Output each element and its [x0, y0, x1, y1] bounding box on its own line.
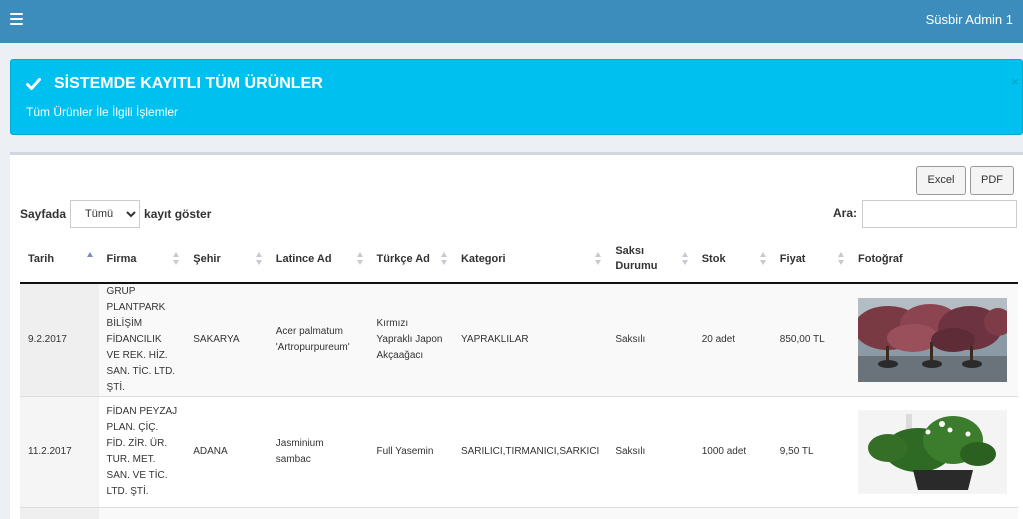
cell-fiyat: 9,50 TL — [779, 446, 814, 457]
search-input[interactable] — [862, 200, 1017, 228]
column-header-kategori[interactable]: Kategori — [452, 236, 608, 284]
callout-title: SİSTEMDE KAYITLI TÜM ÜRÜNLER — [54, 75, 323, 92]
cell-turkce: Kırmızı Yapraklı Japon Akçaağacı — [376, 318, 443, 361]
sort-icon — [255, 252, 262, 266]
cell-fotograf — [850, 397, 1018, 508]
cell-sehir: SAKARYA — [193, 334, 240, 345]
column-header-sehir[interactable]: Şehir — [185, 236, 268, 284]
length-suffix: kayıt göster — [144, 207, 212, 221]
pdf-export-button[interactable]: PDF — [970, 166, 1014, 195]
cell-saksi: Saksılı — [615, 446, 646, 457]
cell-sehir: ADANA — [193, 446, 228, 457]
sort-icon — [681, 252, 688, 266]
cell-stok: 20 adet — [701, 334, 736, 345]
cell-latince: Acer palmatum 'Artropurpureum' — [275, 326, 350, 353]
cell-stok: 1000 adet — [701, 446, 747, 457]
cell-kategori: YAPRAKLILAR — [460, 334, 529, 345]
cell-tarih: 9.2.2017 — [20, 283, 99, 397]
excel-export-button[interactable]: Excel — [916, 166, 966, 195]
sort-icon — [440, 252, 447, 266]
sort-icon — [356, 252, 363, 266]
jasmine-plant-photo[interactable] — [858, 410, 1008, 494]
info-callout: SİSTEMDE KAYITLI TÜM ÜRÜNLER Tüm Ürünler… — [10, 59, 1023, 135]
cell-fotograf — [850, 508, 1018, 519]
products-table: Tarih Firma Şehir Latince Ad Türkçe Ad K… — [20, 236, 1018, 519]
table-row[interactable]: 11.2.2017 FİDAN PEYZAJ PLAN. ÇİÇ. FİD. Z… — [20, 396, 1018, 508]
column-header-latince-ad[interactable]: Latince Ad — [267, 236, 369, 284]
column-header-saksi-durumu[interactable]: Saksı Durumu — [607, 236, 694, 284]
table-row[interactable]: 9.2.2017 GRUP PLANTPARK BİLİŞİM FİDANCIL… — [20, 283, 1018, 397]
sort-icon — [173, 252, 180, 266]
table-header-row: Tarih Firma Şehir Latince Ad Türkçe Ad K… — [20, 236, 1018, 284]
column-header-stok[interactable]: Stok — [693, 236, 772, 284]
callout-subtitle: Tüm Ürünler İle İlgili İşlemler — [26, 105, 179, 119]
cell-tarih — [20, 507, 99, 519]
sort-icon — [838, 252, 845, 266]
column-header-fiyat[interactable]: Fiyat — [771, 236, 851, 284]
search-label: Ara: — [833, 206, 858, 220]
cell-firma: GRUP PLANTPARK BİLİŞİM FİDANCILIK VE REK… — [106, 286, 176, 393]
table-row[interactable] — [20, 507, 1018, 519]
page-length-select[interactable]: Tümü — [70, 200, 141, 228]
page-length-control: Sayfada Tümü kayıt göster — [20, 200, 211, 228]
user-menu[interactable]: Süsbir Admin 1 — [926, 12, 1013, 27]
sort-icon — [595, 252, 602, 266]
cell-fiyat: 850,00 TL — [779, 334, 825, 345]
cell-latince: Jasminium sambac — [275, 438, 324, 465]
sort-icon — [759, 252, 766, 266]
cell-fotograf — [850, 283, 1018, 397]
cell-empty — [99, 508, 850, 519]
cell-tarih: 11.2.2017 — [20, 396, 99, 508]
close-icon[interactable]: × — [1011, 74, 1019, 89]
column-header-turkce-ad[interactable]: Türkçe Ad — [368, 236, 453, 284]
cell-saksi: Saksılı — [615, 334, 646, 345]
cell-kategori: SARILICI,TIRMANICI,SARKICI — [460, 446, 600, 457]
length-prefix: Sayfada — [20, 207, 67, 221]
cell-turkce: Full Yasemin — [376, 446, 434, 457]
cell-firma: FİDAN PEYZAJ PLAN. ÇİÇ. FİD. ZİR. ÜR. TU… — [106, 406, 178, 497]
red-maple-photo[interactable] — [858, 298, 1008, 382]
hamburger-icon[interactable] — [10, 13, 23, 25]
column-header-tarih[interactable]: Tarih — [20, 236, 99, 284]
callout-title-row: SİSTEMDE KAYITLI TÜM ÜRÜNLER — [26, 75, 323, 93]
column-header-fotograf[interactable]: Fotoğraf — [850, 236, 1018, 284]
column-header-firma[interactable]: Firma — [98, 236, 186, 284]
sort-asc-icon — [86, 252, 93, 266]
check-icon — [26, 78, 41, 90]
top-navbar: Süsbir Admin 1 — [0, 0, 1023, 43]
